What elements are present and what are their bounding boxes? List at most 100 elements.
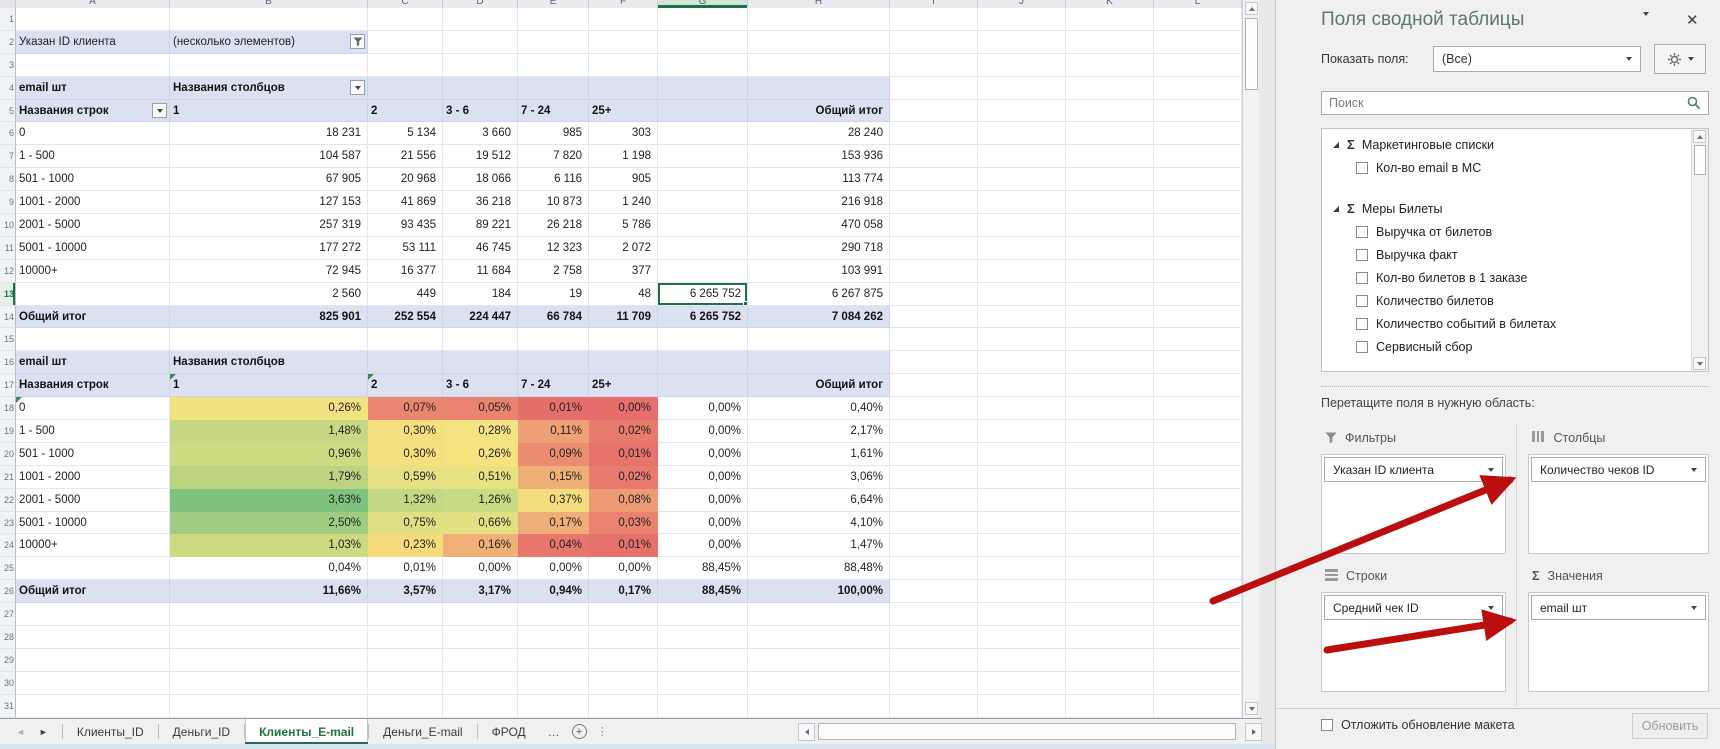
grid-cell[interactable]: [890, 145, 978, 168]
grid-cell[interactable]: 36 218: [443, 191, 518, 214]
grid-cell[interactable]: 2: [368, 374, 443, 397]
row-header-7[interactable]: 7: [0, 145, 16, 168]
row-header-20[interactable]: 20: [0, 443, 16, 466]
tab-scroll-left-icon[interactable]: ◄: [16, 727, 25, 737]
grid-cell[interactable]: [1154, 145, 1242, 168]
column-header-B[interactable]: B: [170, 0, 368, 8]
grid-cell[interactable]: [978, 534, 1066, 557]
grid-cell[interactable]: 1 240: [589, 191, 658, 214]
grid-cell[interactable]: [1066, 260, 1154, 283]
grid-cell[interactable]: 11,66%: [170, 580, 368, 603]
grid-cell[interactable]: 0,02%: [589, 466, 658, 489]
field-item[interactable]: Выручка факт: [1322, 243, 1691, 266]
grid-cell[interactable]: 0,00%: [518, 557, 589, 580]
grid-cell[interactable]: [890, 649, 978, 672]
grid-cell[interactable]: [1066, 557, 1154, 580]
grid-cell[interactable]: [443, 31, 518, 54]
grid-cell[interactable]: [443, 77, 518, 100]
grid-cell[interactable]: [748, 77, 890, 100]
grid-cell[interactable]: [1154, 580, 1242, 603]
grid-cell[interactable]: [1154, 328, 1242, 351]
grid-cell[interactable]: 1,32%: [368, 489, 443, 512]
grid-cell[interactable]: 0,17%: [589, 580, 658, 603]
field-group-header[interactable]: ΣМеры Билеты: [1322, 197, 1691, 220]
grid-cell[interactable]: Общий итог: [748, 374, 890, 397]
grid-cell[interactable]: [1066, 534, 1154, 557]
row-header-31[interactable]: 31: [0, 695, 16, 718]
grid-cell[interactable]: [978, 8, 1066, 31]
grid-cell[interactable]: [1154, 672, 1242, 695]
vertical-scrollbar[interactable]: [1242, 0, 1259, 718]
selected-cell[interactable]: 6 265 752: [658, 283, 748, 306]
row-header-27[interactable]: 27: [0, 603, 16, 626]
grid-cell[interactable]: 2,50%: [170, 512, 368, 535]
grid-cell[interactable]: [1154, 512, 1242, 535]
grid-cell[interactable]: [1154, 603, 1242, 626]
grid-cell[interactable]: [16, 557, 170, 580]
grid-cell[interactable]: 0,08%: [589, 489, 658, 512]
grid-cell[interactable]: [368, 649, 443, 672]
grid-cell[interactable]: [890, 672, 978, 695]
field-group-header[interactable]: ΣМаркетинговые списки: [1322, 133, 1691, 156]
grid-cell[interactable]: 7 084 262: [748, 306, 890, 329]
grid-cell[interactable]: 0,00%: [589, 397, 658, 420]
sheet-tab-ФРОД[interactable]: ФРОД: [478, 719, 540, 744]
row-header-9[interactable]: 9: [0, 191, 16, 214]
tab-scroll-right-icon[interactable]: ►: [39, 727, 48, 737]
defer-layout-checkbox[interactable]: [1321, 719, 1333, 731]
grid-cell[interactable]: [978, 237, 1066, 260]
grid-cell[interactable]: [1066, 420, 1154, 443]
values-area[interactable]: email шт: [1528, 592, 1709, 692]
grid-cell[interactable]: [658, 191, 748, 214]
grid-cell[interactable]: 6 265 752: [658, 306, 748, 329]
grid-cell[interactable]: 88,45%: [658, 580, 748, 603]
grid-cell[interactable]: [16, 328, 170, 351]
grid-cell[interactable]: (несколько элементов): [170, 31, 368, 54]
grid-cell[interactable]: [748, 8, 890, 31]
grid-cell[interactable]: [1066, 100, 1154, 123]
grid-cell[interactable]: [589, 8, 658, 31]
grid-cell[interactable]: 1,61%: [748, 443, 890, 466]
grid-cell[interactable]: [658, 351, 748, 374]
grid-cell[interactable]: 21 556: [368, 145, 443, 168]
grid-cell[interactable]: email шт: [16, 351, 170, 374]
grid-cell[interactable]: [589, 77, 658, 100]
grid-cell[interactable]: [658, 649, 748, 672]
grid-cell[interactable]: [978, 31, 1066, 54]
fill-handle[interactable]: [743, 301, 748, 306]
grid-cell[interactable]: [658, 328, 748, 351]
grid-cell[interactable]: 1: [170, 100, 368, 123]
grid-cell[interactable]: 0,30%: [368, 443, 443, 466]
grid-cell[interactable]: [170, 54, 368, 77]
column-header-C[interactable]: C: [368, 0, 443, 8]
grid-cell[interactable]: 1,03%: [170, 534, 368, 557]
grid-cell[interactable]: [748, 649, 890, 672]
tools-button[interactable]: [1654, 44, 1706, 74]
grid-cell[interactable]: [890, 100, 978, 123]
row-header-30[interactable]: 30: [0, 672, 16, 695]
row-header-17[interactable]: 17: [0, 374, 16, 397]
grid-cell[interactable]: [978, 397, 1066, 420]
grid-cell[interactable]: [890, 237, 978, 260]
grid-cell[interactable]: [978, 512, 1066, 535]
field-pill-columns[interactable]: Количество чеков ID: [1531, 457, 1706, 482]
grid-cell[interactable]: [1066, 603, 1154, 626]
row-header-14[interactable]: 14: [0, 306, 16, 329]
grid-cell[interactable]: 10000+: [16, 260, 170, 283]
grid-cell[interactable]: [1066, 31, 1154, 54]
grid-cell[interactable]: email шт: [16, 77, 170, 100]
grid-cell[interactable]: [978, 145, 1066, 168]
grid-cell[interactable]: 2 560: [170, 283, 368, 306]
grid-cell[interactable]: 18 066: [443, 168, 518, 191]
grid-cell[interactable]: [16, 54, 170, 77]
field-item[interactable]: Выручка от билетов: [1322, 220, 1691, 243]
tab-overflow[interactable]: …: [540, 719, 568, 744]
grid-cell[interactable]: [890, 580, 978, 603]
grid-cell[interactable]: [890, 168, 978, 191]
grid-cell[interactable]: [978, 260, 1066, 283]
grid-cell[interactable]: [589, 31, 658, 54]
scroll-down-button[interactable]: [1693, 357, 1706, 370]
grid-cell[interactable]: [658, 695, 748, 718]
grid-cell[interactable]: 0,40%: [748, 397, 890, 420]
grid-cell[interactable]: 0,66%: [443, 512, 518, 535]
